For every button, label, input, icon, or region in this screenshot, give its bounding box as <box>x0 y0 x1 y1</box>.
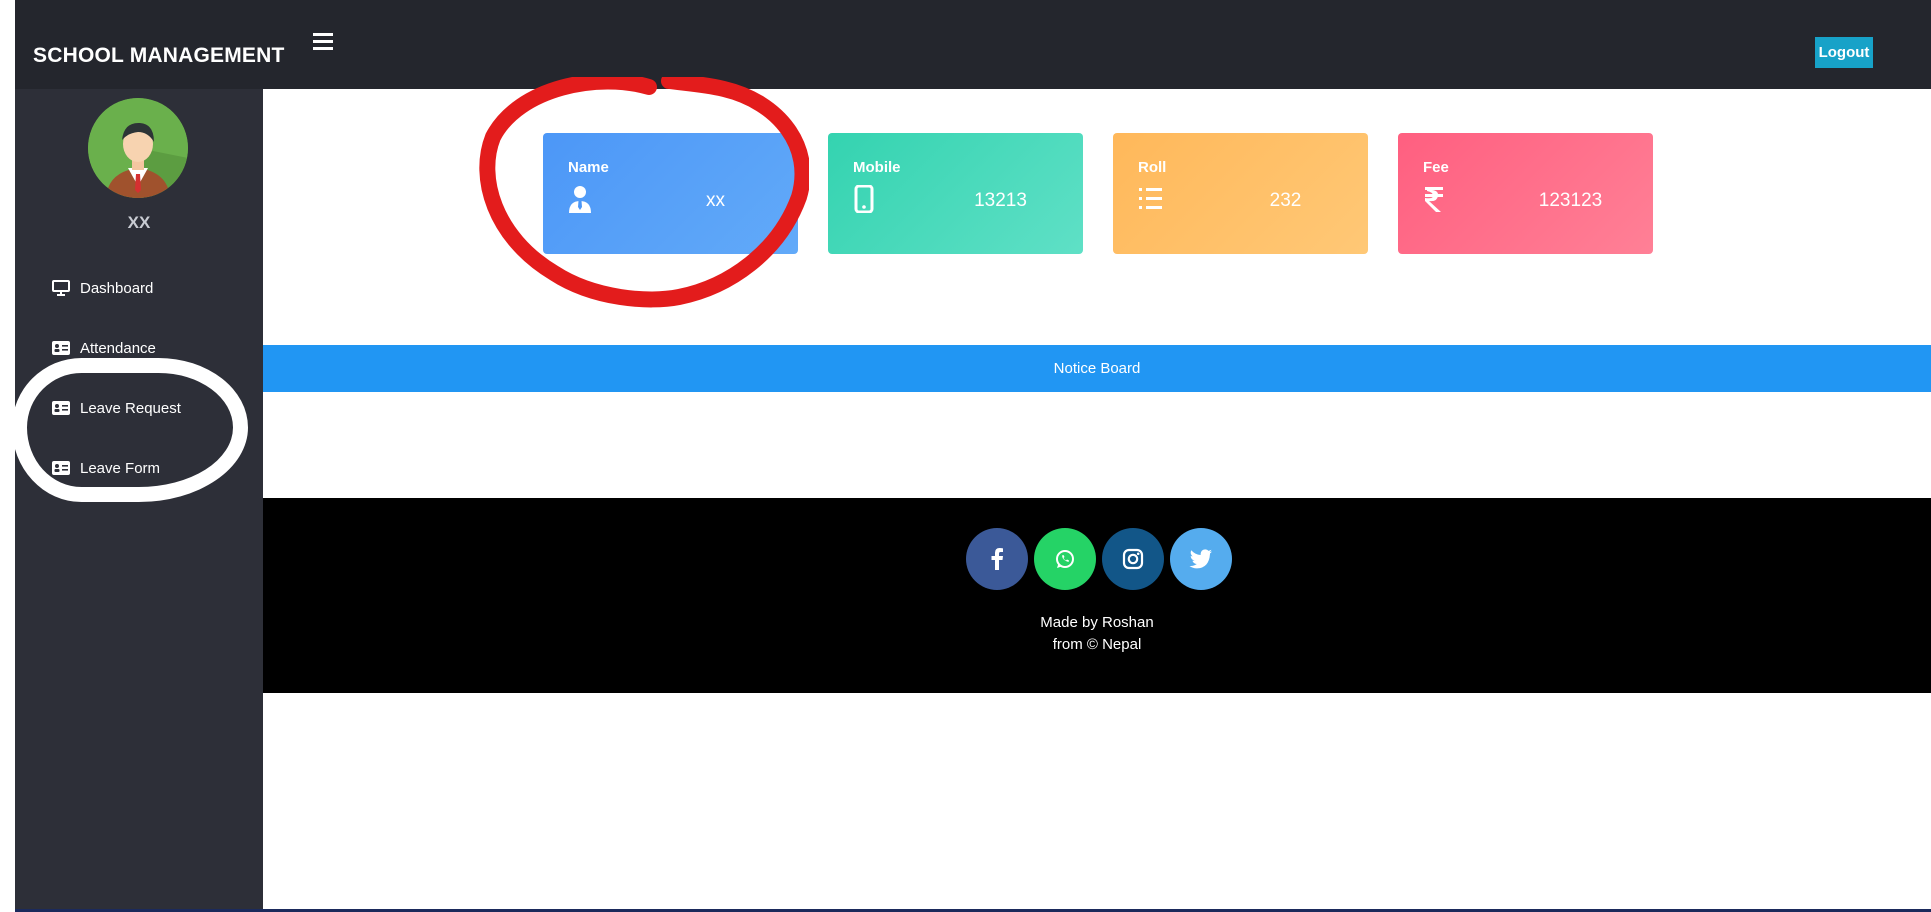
name-card: Name xx <box>543 133 798 254</box>
hamburger-icon[interactable] <box>313 33 333 51</box>
page: SCHOOL MANAGEMENT Logout XX Dashboard At… <box>0 0 1931 912</box>
rupee-icon <box>1425 187 1443 212</box>
sidebar-item-label: Attendance <box>80 339 156 357</box>
avatar <box>88 98 188 198</box>
fee-card: Fee 123123 <box>1398 133 1653 254</box>
monitor-icon <box>52 280 70 296</box>
user-tie-icon <box>569 186 591 213</box>
top-navbar: SCHOOL MANAGEMENT Logout <box>15 0 1931 89</box>
sidebar: XX Dashboard Attendance Leave Request Le… <box>15 89 263 912</box>
card-label: Name <box>568 159 609 176</box>
card-value: 13213 <box>974 190 1027 211</box>
card-value: xx <box>706 190 725 211</box>
user-avatar-icon <box>88 98 188 198</box>
sidebar-username: XX <box>127 213 151 232</box>
sidebar-item-attendance[interactable]: Attendance <box>52 336 156 360</box>
id-card-icon <box>52 461 70 475</box>
card-value: 232 <box>1269 190 1302 211</box>
twitter-icon[interactable] <box>1170 528 1232 590</box>
instagram-icon[interactable] <box>1102 528 1164 590</box>
card-value: 123123 <box>1538 190 1603 211</box>
card-label: Roll <box>1138 159 1167 176</box>
credit-line-2: from © Nepal <box>1052 636 1142 653</box>
sidebar-item-dashboard[interactable]: Dashboard <box>52 276 153 300</box>
sidebar-item-leave-form[interactable]: Leave Form <box>52 456 160 480</box>
id-card-icon <box>52 401 70 415</box>
sidebar-item-leave-request[interactable]: Leave Request <box>52 396 181 420</box>
whatsapp-icon[interactable] <box>1034 528 1096 590</box>
brand-title: SCHOOL MANAGEMENT <box>33 44 285 67</box>
facebook-icon[interactable] <box>966 528 1028 590</box>
logout-button[interactable]: Logout <box>1815 37 1873 68</box>
footer: Made by Roshan from © Nepal <box>263 498 1931 693</box>
id-card-icon <box>52 341 70 355</box>
list-ol-icon <box>1139 188 1162 209</box>
roll-card: Roll 232 <box>1113 133 1368 254</box>
mobile-card: Mobile 13213 <box>828 133 1083 254</box>
sidebar-item-label: Leave Request <box>80 399 181 417</box>
sidebar-item-label: Leave Form <box>80 459 161 477</box>
mobile-icon <box>854 185 874 213</box>
sidebar-item-label: Dashboard <box>80 279 154 297</box>
notice-board-bar[interactable]: Notice Board <box>263 345 1931 392</box>
left-edge-strip <box>0 0 15 912</box>
card-label: Fee <box>1423 159 1449 176</box>
card-label: Mobile <box>853 159 901 176</box>
credit-line-1: Made by Roshan <box>1040 614 1154 631</box>
